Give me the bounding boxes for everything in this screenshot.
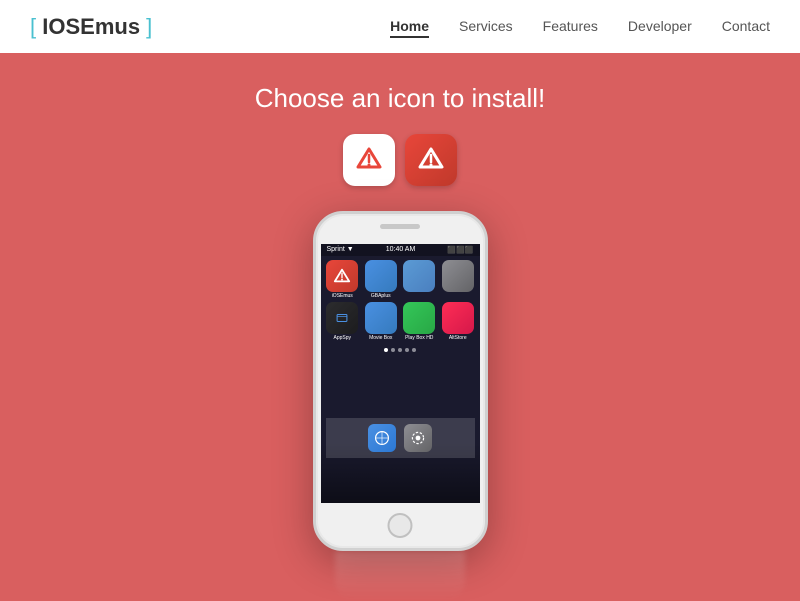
dot-4 xyxy=(405,348,409,352)
app-label-ubaqua: GBAplus xyxy=(371,293,391,299)
phone-speaker xyxy=(380,224,420,229)
app-cell-1: iOSEmus xyxy=(325,260,361,299)
app-cell-7: Play Box HD xyxy=(402,302,438,341)
icon-choice-red[interactable] xyxy=(405,134,457,186)
app-cell-6: Movie Box xyxy=(363,302,399,341)
dark-app-icon-svg xyxy=(335,311,349,325)
phone-dock xyxy=(326,418,475,458)
iosemu-app-icon xyxy=(333,267,351,285)
safari-icon-svg xyxy=(374,430,390,446)
iosemu-logo-red-icon xyxy=(416,145,446,175)
app-icon-moviebox xyxy=(365,302,397,334)
app-label-playbox: Play Box HD xyxy=(405,335,433,341)
nav-item-home[interactable]: Home xyxy=(390,18,429,36)
time-text: 10:40 AM xyxy=(386,246,416,254)
navigation: [ IOSEmus ] Home Services Features Devel… xyxy=(0,0,800,53)
app-icon-dark xyxy=(326,302,358,334)
phone-body: Sprint ▼ 10:40 AM ⬛⬛⬛ xyxy=(313,211,488,551)
logo: [ IOSEmus ] xyxy=(30,14,152,40)
nav-item-developer[interactable]: Developer xyxy=(628,18,692,36)
icon-choice-white[interactable] xyxy=(343,134,395,186)
app-cell-4 xyxy=(440,260,476,299)
dock-icon-safari xyxy=(368,424,396,452)
settings-icon-svg xyxy=(410,430,426,446)
app-cell-3 xyxy=(402,260,438,299)
main-content: Choose an icon to install! xyxy=(0,53,800,551)
logo-bracket-right: ] xyxy=(146,14,152,39)
app-cell-8: AltStore xyxy=(440,302,476,341)
app-icon-gray xyxy=(442,260,474,292)
iosemu-logo-white-icon xyxy=(354,145,384,175)
page-dots xyxy=(321,345,480,355)
dock-icon-settings xyxy=(404,424,432,452)
app-cell-5: AppSpy xyxy=(325,302,361,341)
nav-item-features[interactable]: Features xyxy=(543,18,598,36)
phone-reflection xyxy=(335,551,465,601)
battery-text: ⬛⬛⬛ xyxy=(447,246,473,254)
nav-link-contact[interactable]: Contact xyxy=(722,18,770,34)
app-icon-altstore xyxy=(442,302,474,334)
app-cell-2: GBAplus xyxy=(363,260,399,299)
nav-links: Home Services Features Developer Contact xyxy=(390,18,770,36)
app-grid: iOSEmus GBAplus xyxy=(321,256,480,345)
app-icon-iosemu xyxy=(326,260,358,292)
status-bar: Sprint ▼ 10:40 AM ⬛⬛⬛ xyxy=(321,244,480,256)
phone-home-button[interactable] xyxy=(388,513,413,538)
phone-screen: Sprint ▼ 10:40 AM ⬛⬛⬛ xyxy=(321,244,480,503)
carrier-text: Sprint ▼ xyxy=(327,246,354,254)
nav-link-services[interactable]: Services xyxy=(459,18,513,34)
dot-1 xyxy=(384,348,388,352)
app-label-moviebox: Movie Box xyxy=(369,335,392,341)
app-icon-ubaqua xyxy=(365,260,397,292)
app-label-appspy: AppSpy xyxy=(333,335,351,341)
nav-link-features[interactable]: Features xyxy=(543,18,598,34)
app-icon-blue2 xyxy=(403,260,435,292)
dot-2 xyxy=(391,348,395,352)
nav-item-services[interactable]: Services xyxy=(459,18,513,36)
logo-bracket-left: [ xyxy=(30,14,36,39)
nav-item-contact[interactable]: Contact xyxy=(722,18,770,36)
app-label-iosemu: iOSEmus xyxy=(332,293,353,299)
app-icon-playbox xyxy=(403,302,435,334)
nav-link-home[interactable]: Home xyxy=(390,18,429,38)
logo-text: IOSEmus xyxy=(42,14,146,39)
phone-mockup: Sprint ▼ 10:40 AM ⬛⬛⬛ xyxy=(313,211,488,551)
nav-link-developer[interactable]: Developer xyxy=(628,18,692,34)
dot-3 xyxy=(398,348,402,352)
app-label-altstore: AltStore xyxy=(449,335,467,341)
headline: Choose an icon to install! xyxy=(255,83,546,114)
icon-choices xyxy=(343,134,457,186)
dot-5 xyxy=(412,348,416,352)
